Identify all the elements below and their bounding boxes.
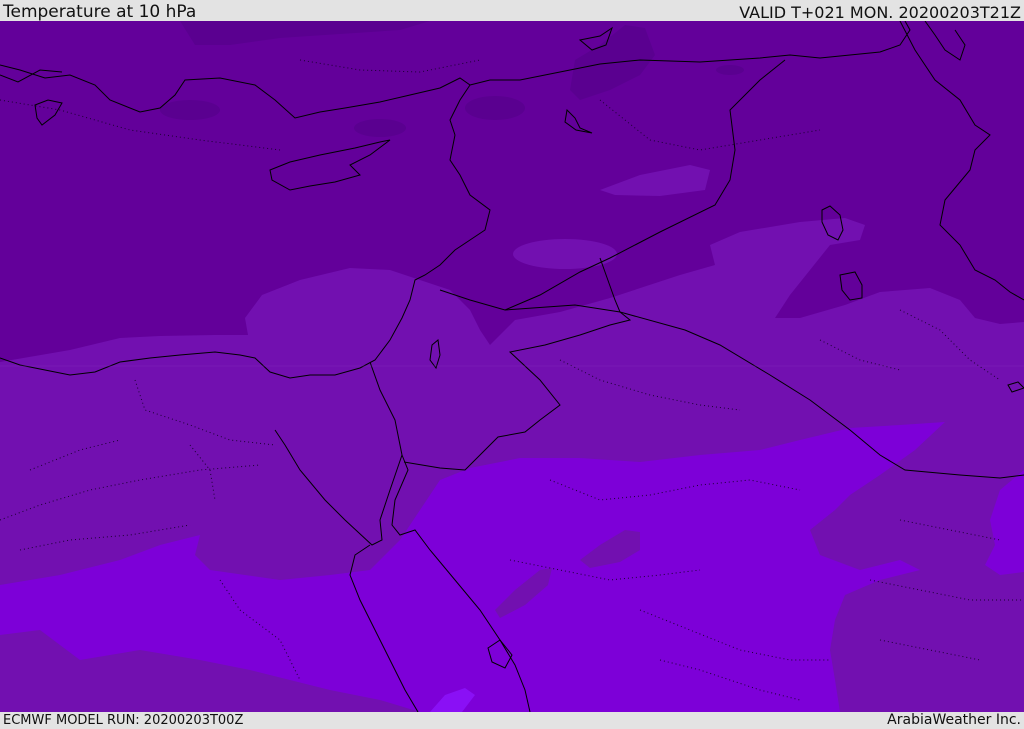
- credit-label: ArabiaWeather Inc.: [887, 712, 1021, 728]
- model-run: ECMWF MODEL RUN: 20200203T00Z: [3, 713, 244, 728]
- footer-bar: ECMWF MODEL RUN: 20200203T00Z ArabiaWeat…: [0, 712, 1024, 729]
- header-bar: Temperature at 10 hPa VALID T+021 MON. 2…: [0, 0, 1024, 22]
- temperature-map[interactable]: [0, 21, 1024, 712]
- valid-time: VALID T+021 MON. 20200203T21Z: [739, 3, 1021, 22]
- map-title: Temperature at 10 hPa: [3, 2, 197, 22]
